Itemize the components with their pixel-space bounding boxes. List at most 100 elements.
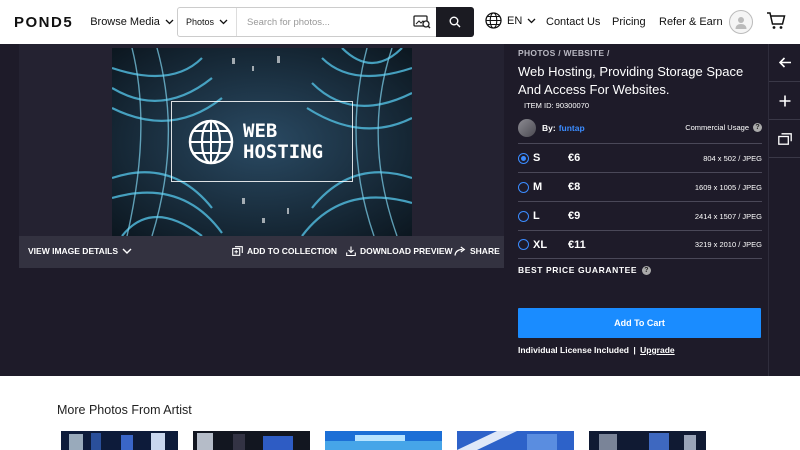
collections-button[interactable]	[769, 120, 800, 158]
browse-media-label: Browse Media	[90, 16, 160, 28]
view-details-label: VIEW IMAGE DETAILS	[28, 246, 119, 256]
size-label: L	[533, 210, 540, 222]
radio-icon[interactable]	[518, 210, 529, 222]
nav-refer-earn[interactable]: Refer & Earn	[659, 16, 723, 28]
image-search-icon	[413, 15, 431, 29]
radio-icon[interactable]	[518, 181, 529, 193]
artist-photo-thumbnail[interactable]	[457, 431, 574, 450]
best-price-label: BEST PRICE GUARANTEE	[518, 265, 638, 275]
breadcrumb: PHOTOS / WEBSITE /	[518, 48, 610, 58]
nav-contact-us[interactable]: Contact Us	[546, 16, 600, 28]
search-type-select[interactable]: Photos	[178, 8, 237, 36]
license-text: Individual License Included	[518, 345, 629, 355]
overlay-line-2: HOSTING	[243, 140, 324, 163]
size-option-s[interactable]: S €6 804 x 502 / JPEG	[518, 143, 762, 172]
size-price: €6	[568, 152, 581, 164]
size-label: M	[533, 181, 543, 193]
info-icon[interactable]: ?	[753, 123, 762, 132]
pond5-logo[interactable]: POND5	[14, 14, 73, 31]
add-collection-label: ADD TO COLLECTION	[247, 246, 338, 256]
author-avatar[interactable]	[518, 119, 536, 137]
page-title: Web Hosting, Providing Storage Space And…	[518, 64, 744, 97]
add-to-collection-button[interactable]: ADD TO COLLECTION	[232, 246, 337, 256]
main-photo[interactable]: WEB HOSTING	[112, 48, 412, 236]
visual-search-button[interactable]	[408, 15, 436, 29]
size-price: €8	[568, 181, 581, 193]
search-bar: Photos	[177, 7, 474, 37]
size-price: €9	[568, 210, 581, 222]
artist-photo-thumbnail[interactable]	[589, 431, 706, 450]
artist-photo-thumbnail[interactable]	[61, 431, 178, 450]
size-label: S	[533, 152, 541, 164]
bottom-right-spacer	[768, 376, 800, 450]
collection-icon	[778, 132, 792, 145]
size-dimensions: 2414 x 1507 / JPEG	[694, 211, 762, 221]
top-header: POND5 Browse Media Photos EN Contact Us …	[0, 0, 800, 44]
globe-icon	[485, 12, 502, 29]
size-label: XL	[533, 238, 548, 251]
user-icon	[735, 17, 747, 29]
plus-icon	[779, 95, 791, 106]
view-image-details-button[interactable]: VIEW IMAGE DETAILS	[28, 246, 132, 256]
web-hosting-overlay: WEB HOSTING	[171, 101, 353, 182]
search-button[interactable]	[436, 7, 474, 37]
back-button[interactable]	[769, 44, 800, 82]
chevron-down-icon	[122, 248, 132, 254]
download-preview-button[interactable]: DOWNLOAD PREVIEW	[346, 246, 453, 256]
commercial-usage-label: Commercial Usage	[685, 123, 749, 132]
size-price: €11	[568, 238, 586, 251]
cart-button[interactable]	[766, 12, 786, 35]
radio-icon[interactable]	[518, 239, 529, 250]
size-option-xl[interactable]: XL €11 3219 x 2010 / JPEG	[518, 230, 762, 259]
artist-photo-thumbnail[interactable]	[193, 431, 310, 450]
side-rail	[768, 44, 800, 376]
add-to-cart-button[interactable]: Add To Cart	[518, 308, 761, 338]
chevron-down-icon	[219, 19, 228, 25]
breadcrumb-website[interactable]: WEBSITE	[564, 48, 605, 58]
artist-photo-thumbnail[interactable]	[325, 431, 442, 450]
size-dimensions: 1609 x 1005 / JPEG	[694, 182, 762, 192]
radio-selected-icon[interactable]	[518, 152, 529, 164]
cart-icon	[767, 12, 786, 29]
image-preview-area: WEB HOSTING VIEW IMAGE DETAILS ADD TO CO…	[19, 44, 504, 268]
item-id: ITEM ID: 90300070	[524, 101, 590, 110]
share-label: SHARE	[470, 246, 500, 256]
search-type-label: Photos	[185, 17, 215, 27]
download-icon	[346, 246, 356, 256]
size-option-m[interactable]: M €8 1609 x 1005 / JPEG	[518, 172, 762, 201]
chevron-down-icon	[527, 18, 536, 23]
user-avatar-button[interactable]	[729, 10, 753, 34]
nav-pricing[interactable]: Pricing	[612, 16, 646, 28]
share-icon	[454, 246, 466, 256]
author-link[interactable]: funtap	[559, 123, 585, 133]
size-option-l[interactable]: L €9 2414 x 1507 / JPEG	[518, 201, 762, 230]
overlay-line-1: WEB	[243, 119, 278, 142]
size-dimensions: 3219 x 2010 / JPEG	[694, 240, 762, 249]
commercial-usage: Commercial Usage ?	[685, 123, 762, 132]
more-photos-title: More Photos From Artist	[57, 403, 192, 417]
share-button[interactable]: SHARE	[454, 246, 500, 256]
license-info: Individual License Included | Upgrade	[518, 345, 675, 355]
search-icon	[449, 16, 461, 28]
browse-media-menu[interactable]: Browse Media	[90, 16, 174, 28]
add-button[interactable]	[769, 82, 800, 120]
language-selector[interactable]: EN	[485, 12, 536, 29]
arrow-left-icon	[778, 57, 791, 68]
chevron-down-icon	[165, 19, 174, 25]
globe-icon	[188, 119, 234, 164]
license-separator: |	[633, 345, 636, 355]
search-input[interactable]	[237, 8, 408, 36]
web-hosting-text: WEB HOSTING	[243, 119, 324, 163]
author-info: By: funtap	[518, 119, 585, 137]
best-price-guarantee: BEST PRICE GUARANTEE ?	[518, 265, 652, 275]
more-photos-section: More Photos From Artist	[0, 376, 768, 450]
download-preview-label: DOWNLOAD PREVIEW	[360, 246, 453, 256]
language-label: EN	[507, 14, 523, 27]
upgrade-link[interactable]: Upgrade	[640, 345, 674, 355]
author-prefix: By:	[542, 123, 556, 133]
add-collection-icon	[232, 246, 243, 256]
image-action-bar: VIEW IMAGE DETAILS ADD TO COLLECTION DOW…	[19, 236, 504, 268]
size-dimensions: 804 x 502 / JPEG	[703, 153, 762, 163]
breadcrumb-photos[interactable]: PHOTOS	[518, 48, 556, 58]
info-icon[interactable]: ?	[642, 265, 652, 275]
